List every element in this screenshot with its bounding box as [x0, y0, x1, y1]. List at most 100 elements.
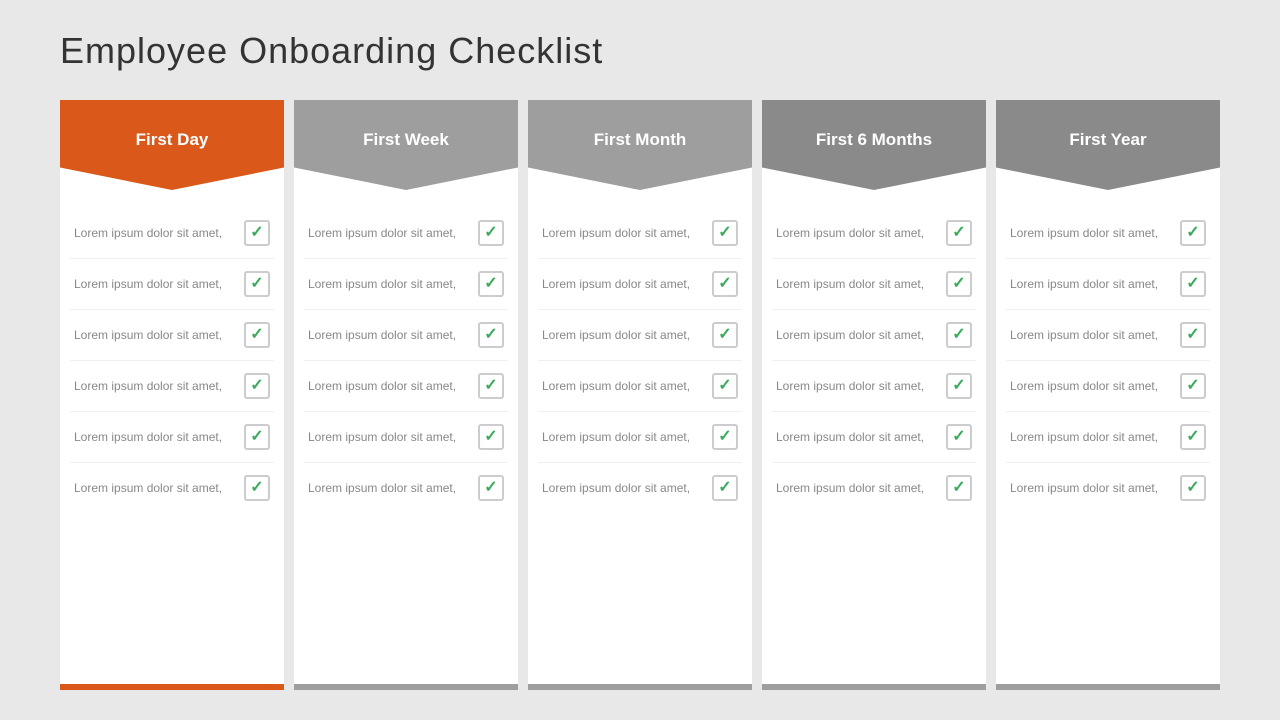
check-box[interactable]: ✓ — [712, 271, 738, 297]
check-box[interactable]: ✓ — [946, 220, 972, 246]
item-text: Lorem ipsum dolor sit amet, — [1010, 480, 1172, 497]
column-body-first-6-months: Lorem ipsum dolor sit amet, ✓ Lorem ipsum … — [762, 190, 986, 684]
checkmark-icon: ✓ — [250, 378, 263, 394]
item-text: Lorem ipsum dolor sit amet, — [74, 429, 236, 446]
checkmark-icon: ✓ — [718, 429, 731, 445]
check-box[interactable]: ✓ — [478, 475, 504, 501]
check-box[interactable]: ✓ — [946, 424, 972, 450]
list-item: Lorem ipsum dolor sit amet,✓ — [538, 463, 742, 513]
checkmark-icon: ✓ — [250, 480, 263, 496]
check-box[interactable]: ✓ — [1180, 322, 1206, 348]
checkmark-icon: ✓ — [484, 480, 497, 496]
item-text: Lorem ipsum dolor sit amet, — [74, 327, 236, 344]
column-body-first-month: Lorem ipsum dolor sit amet, ✓ Lorem ipsum … — [528, 190, 752, 684]
check-box[interactable]: ✓ — [244, 271, 270, 297]
check-box[interactable]: ✓ — [478, 424, 504, 450]
item-text: Lorem ipsum dolor sit amet, — [542, 276, 704, 293]
list-item: Lorem ipsum dolor sit amet, ✓ — [304, 361, 508, 412]
list-item: Lorem ipsum dolor sit amet, ✓ — [70, 463, 274, 513]
item-text: Lorem ipsum dolor sit amet, — [542, 378, 704, 395]
check-box[interactable]: ✓ — [946, 475, 972, 501]
check-box[interactable]: ✓ — [712, 424, 738, 450]
checkmark-icon: ✓ — [484, 276, 497, 292]
list-item: Lorem ipsum dolor sit amet, ✓ — [1006, 208, 1210, 259]
list-item: Lorem ipsum dolor sit amet,✓ — [772, 310, 976, 361]
check-box[interactable]: ✓ — [244, 373, 270, 399]
check-box[interactable]: ✓ — [712, 373, 738, 399]
check-box[interactable]: ✓ — [1180, 424, 1206, 450]
list-item: Lorem ipsum dolor sit amet, ✓ — [538, 208, 742, 259]
checkmark-icon: ✓ — [250, 225, 263, 241]
column-body-first-year: Lorem ipsum dolor sit amet,✓Lorem ipsum … — [996, 190, 1220, 684]
item-text: Lorem ipsum dolor sit amet, — [1010, 378, 1172, 395]
check-box[interactable]: ✓ — [712, 322, 738, 348]
list-item: Lorem ipsum dolor sit amet,✓ — [304, 208, 508, 259]
item-text: Lorem ipsum dolor sit amet, — [1010, 225, 1172, 242]
checkmark-icon: ✓ — [952, 378, 965, 394]
item-text: Lorem ipsum dolor sit amet, — [74, 480, 236, 497]
item-text: Lorem ipsum dolor sit amet, — [542, 429, 704, 446]
check-box[interactable]: ✓ — [478, 220, 504, 246]
item-text: Lorem ipsum dolor sit amet, — [776, 429, 938, 446]
list-item: Lorem ipsum dolor sit amet, ✓ — [1006, 259, 1210, 310]
list-item: Lorem ipsum dolor sit amet, ✓ — [70, 310, 274, 361]
check-box[interactable]: ✓ — [712, 220, 738, 246]
list-item: Lorem ipsum dolor sit amet, ✓ — [538, 412, 742, 463]
checkmark-icon: ✓ — [1186, 276, 1199, 292]
check-box[interactable]: ✓ — [244, 322, 270, 348]
column-footer-first-year — [996, 684, 1220, 690]
item-text: Lorem ipsum dolor sit amet, — [74, 225, 236, 242]
list-item: Lorem ipsum dolor sit amet, ✓ — [70, 361, 274, 412]
column-footer-first-day — [60, 684, 284, 690]
check-box[interactable]: ✓ — [1180, 475, 1206, 501]
column-first-month: First MonthLorem ipsum dolor sit amet,✓L… — [528, 100, 752, 690]
check-box[interactable]: ✓ — [244, 475, 270, 501]
check-box[interactable]: ✓ — [946, 322, 972, 348]
check-box[interactable]: ✓ — [1180, 220, 1206, 246]
column-footer-first-week — [294, 684, 518, 690]
item-text: Lorem ipsum dolor sit amet, — [1010, 276, 1172, 293]
checkmark-icon: ✓ — [718, 225, 731, 241]
checkmark-icon: ✓ — [250, 429, 263, 445]
list-item: Lorem ipsum dolor sit amet, ✓ — [772, 259, 976, 310]
checkmark-icon: ✓ — [1186, 429, 1199, 445]
list-item: Lorem ipsum dolor sit amet,✓ — [772, 208, 976, 259]
check-box[interactable]: ✓ — [946, 271, 972, 297]
item-text: Lorem ipsum dolor sit amet, — [776, 276, 938, 293]
checklist-container: First DayLorem ipsum dolor sit amet,✓Lor… — [60, 100, 1220, 690]
check-box[interactable]: ✓ — [478, 271, 504, 297]
check-box[interactable]: ✓ — [478, 373, 504, 399]
item-text: Lorem ipsum dolor sit amet, — [74, 378, 236, 395]
list-item: Lorem ipsum dolor sit amet, ✓ — [1006, 310, 1210, 361]
list-item: Lorem ipsum dolor sit amet, ✓ — [772, 412, 976, 463]
column-first-6-months: First 6 MonthsLorem ipsum dolor sit amet… — [762, 100, 986, 690]
checkmark-icon: ✓ — [250, 327, 263, 343]
item-text: Lorem ipsum dolor sit amet, — [776, 480, 938, 497]
item-text: Lorem ipsum dolor sit amet, — [1010, 327, 1172, 344]
item-text: Lorem ipsum dolor sit amet, — [542, 225, 704, 242]
item-text: Lorem ipsum dolor sit amet, — [1010, 429, 1172, 446]
column-footer-first-6-months — [762, 684, 986, 690]
check-box[interactable]: ✓ — [1180, 373, 1206, 399]
column-body-first-day: Lorem ipsum dolor sit amet,✓Lorem ipsum … — [60, 190, 284, 684]
checkmark-icon: ✓ — [484, 378, 497, 394]
checkmark-icon: ✓ — [484, 327, 497, 343]
check-box[interactable]: ✓ — [712, 475, 738, 501]
item-text: Lorem ipsum dolor sit amet, — [308, 480, 470, 497]
check-box[interactable]: ✓ — [244, 220, 270, 246]
check-box[interactable]: ✓ — [244, 424, 270, 450]
check-box[interactable]: ✓ — [478, 322, 504, 348]
checkmark-icon: ✓ — [484, 225, 497, 241]
checkmark-icon: ✓ — [718, 378, 731, 394]
list-item: Lorem ipsum dolor sit amet, ✓ — [70, 259, 274, 310]
checkmark-icon: ✓ — [1186, 480, 1199, 496]
list-item: Lorem ipsum dolor sit amet,✓ — [304, 310, 508, 361]
column-first-day: First DayLorem ipsum dolor sit amet,✓Lor… — [60, 100, 284, 690]
check-box[interactable]: ✓ — [1180, 271, 1206, 297]
list-item: Lorem ipsum dolor sit amet, ✓ — [1006, 361, 1210, 412]
check-box[interactable]: ✓ — [946, 373, 972, 399]
item-text: Lorem ipsum dolor sit amet, — [308, 378, 470, 395]
checkmark-icon: ✓ — [250, 276, 263, 292]
item-text: Lorem ipsum dolor sit amet, — [74, 276, 236, 293]
column-first-year: First YearLorem ipsum dolor sit amet,✓Lo… — [996, 100, 1220, 690]
